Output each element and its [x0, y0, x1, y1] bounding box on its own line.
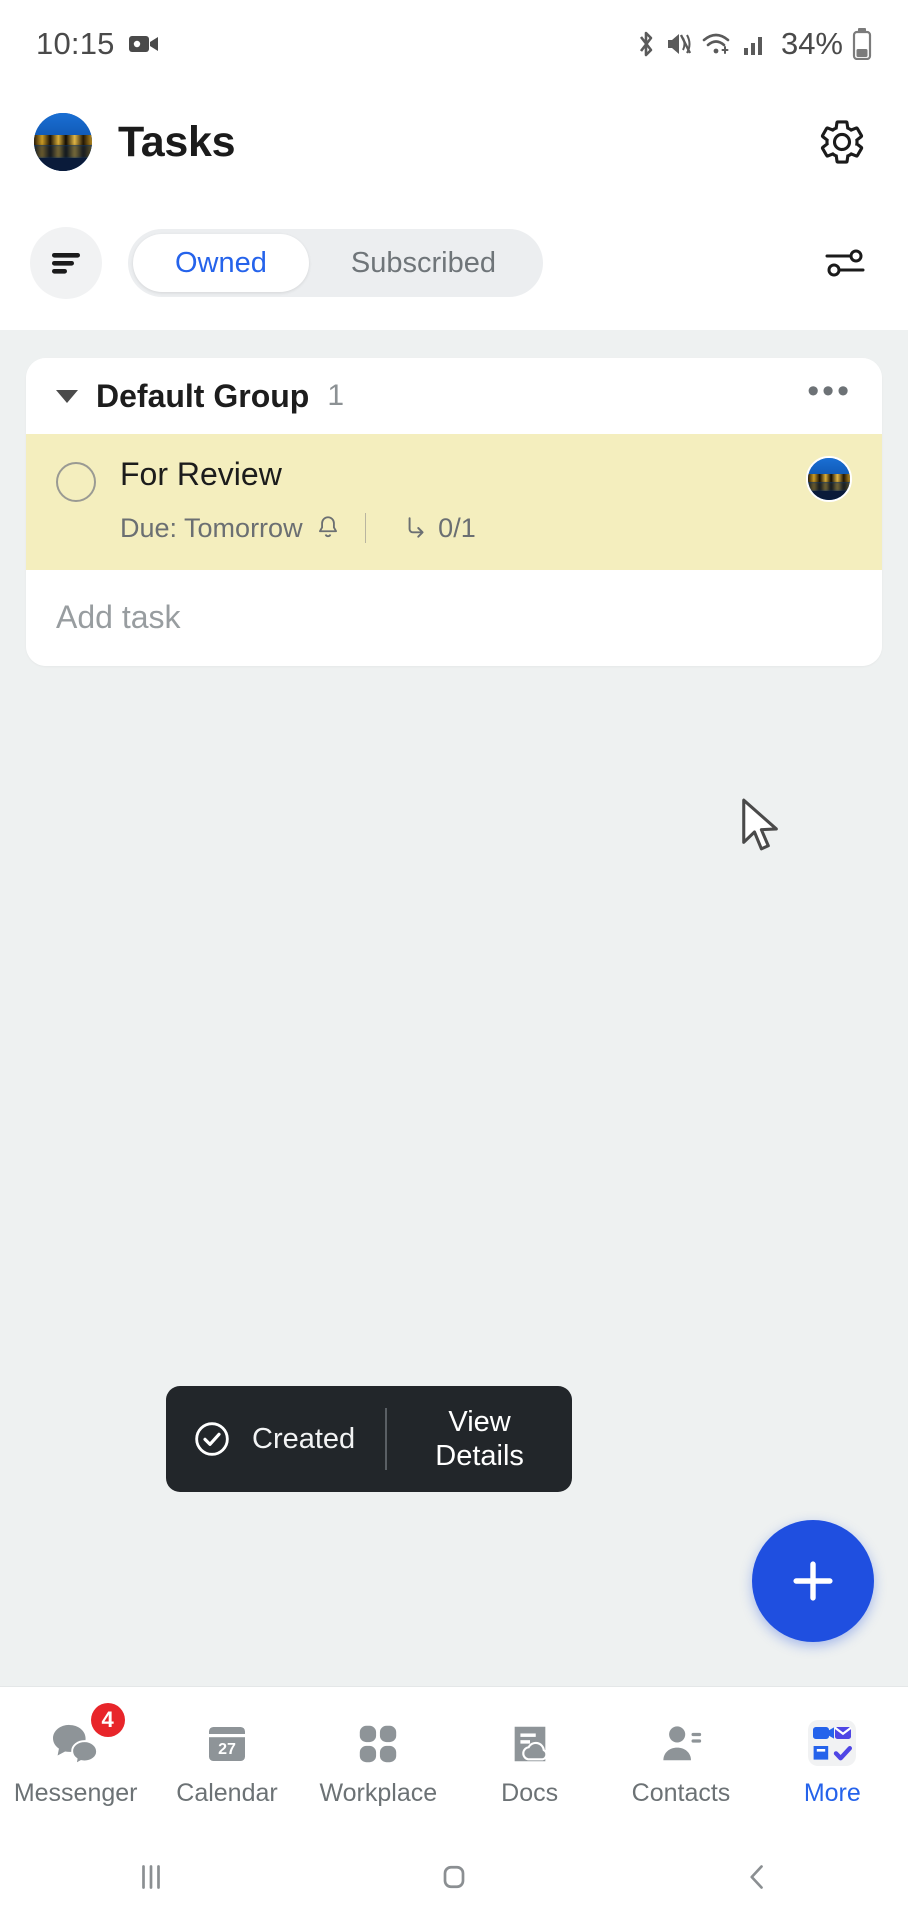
bell-icon	[315, 514, 341, 542]
android-navigation-bar	[0, 1834, 908, 1920]
nav-item-docs[interactable]: Docs	[454, 1713, 605, 1808]
recents-icon	[133, 1859, 169, 1895]
header-avatar[interactable]	[34, 113, 92, 171]
workplace-grid-icon	[354, 1721, 402, 1767]
more-options-icon[interactable]: •••	[807, 374, 852, 418]
calendar-icon: 27	[203, 1719, 251, 1767]
task-meta: Due: Tomorrow 0/1	[120, 513, 806, 544]
tab-subscribed[interactable]: Subscribed	[309, 234, 538, 292]
group-count: 1	[327, 379, 345, 412]
svg-text:27: 27	[218, 1741, 236, 1758]
list-sort-icon	[49, 248, 83, 278]
status-bar: 10:15 34%	[0, 0, 908, 88]
contacts-icon-wrap	[657, 1713, 705, 1767]
add-task-fab[interactable]	[752, 1520, 874, 1642]
subtask-icon	[402, 515, 428, 541]
tab-owned[interactable]: Owned	[133, 234, 309, 292]
avatar-reflection	[808, 481, 850, 491]
calendar-icon-wrap: 27	[203, 1713, 251, 1767]
toast-message-group: Created	[192, 1419, 355, 1459]
nav-label-calendar: Calendar	[176, 1779, 278, 1807]
settings-button[interactable]	[810, 110, 874, 174]
phone-screen: 10:15 34% Tasks Owned Subscribed Default…	[0, 0, 908, 1920]
task-checkbox[interactable]	[56, 462, 96, 502]
back-button[interactable]	[605, 1859, 908, 1895]
wifi-icon	[701, 31, 733, 57]
messenger-badge: 4	[90, 1703, 125, 1737]
cellular-signal-icon	[742, 31, 768, 57]
task-due-date: Due: Tomorrow	[120, 512, 303, 543]
owned-subscribed-segment: Owned Subscribed	[128, 229, 543, 297]
avatar-water	[34, 158, 92, 171]
toast-divider	[385, 1408, 388, 1470]
group-card: Default Group 1 ••• For Review Due: Tomo…	[26, 358, 882, 666]
nav-label-more: More	[803, 1779, 861, 1807]
gear-icon	[817, 117, 867, 167]
group-name: Default Group	[96, 377, 310, 414]
nav-item-calendar[interactable]: 27 Calendar	[151, 1713, 302, 1808]
bluetooth-icon	[635, 29, 657, 59]
app-header: Tasks	[0, 88, 908, 196]
task-assignee-avatar[interactable]	[806, 456, 852, 502]
avatar-water	[808, 490, 850, 500]
filter-button[interactable]	[812, 230, 878, 296]
task-row[interactable]: For Review Due: Tomorrow 0/1	[26, 434, 882, 570]
battery-icon	[852, 28, 872, 60]
toast-snackbar: Created View Details	[166, 1386, 572, 1492]
nav-item-contacts[interactable]: Contacts	[605, 1713, 756, 1808]
task-content: For Review Due: Tomorrow 0/1	[120, 456, 806, 544]
more-icon-wrap	[806, 1713, 858, 1767]
plus-icon	[786, 1554, 840, 1608]
back-chevron-icon	[739, 1859, 775, 1895]
view-details-line1: View	[448, 1405, 511, 1438]
avatar-reflection	[34, 145, 92, 159]
nav-label-workplace: Workplace	[319, 1779, 438, 1807]
nav-label-contacts: Contacts	[631, 1779, 731, 1807]
workplace-icon-wrap	[354, 1713, 402, 1767]
nav-item-workplace[interactable]: Workplace	[303, 1713, 454, 1808]
nav-label-messenger: Messenger	[13, 1779, 138, 1807]
view-details-button[interactable]: View Details	[413, 1405, 546, 1473]
caret-down-icon[interactable]	[56, 389, 78, 403]
home-button[interactable]	[303, 1859, 606, 1895]
nav-item-messenger[interactable]: 4 Messenger	[0, 1703, 151, 1808]
bottom-navigation: 4 Messenger 27 Calendar Workplace Docs C…	[0, 1686, 908, 1834]
docs-icon-wrap	[506, 1713, 554, 1767]
add-task-row[interactable]: Add task	[26, 569, 882, 666]
meta-divider	[364, 513, 367, 544]
docs-cloud-icon	[506, 1721, 554, 1767]
add-task-label: Add task	[56, 599, 181, 636]
avatar-skyline	[34, 135, 92, 146]
toast-message: Created	[252, 1422, 356, 1455]
group-header[interactable]: Default Group 1 •••	[26, 358, 882, 434]
camera-icon	[128, 33, 159, 55]
status-bar-left: 10:15	[36, 26, 159, 62]
more-apps-icon	[806, 1719, 858, 1767]
filter-sliders-icon	[823, 245, 867, 281]
nav-label-docs: Docs	[501, 1779, 559, 1807]
battery-percent: 34%	[780, 26, 843, 61]
status-bar-right: 34%	[635, 26, 872, 62]
task-subtask-count: 0/1	[438, 512, 476, 543]
view-details-line2: Details	[435, 1440, 524, 1472]
tab-bar: Owned Subscribed	[0, 196, 908, 330]
messenger-icon-wrap: 4	[49, 1703, 125, 1767]
page-title: Tasks	[118, 117, 236, 166]
status-time: 10:15	[36, 26, 115, 61]
task-list-content: Default Group 1 ••• For Review Due: Tomo…	[0, 330, 908, 1920]
recents-button[interactable]	[0, 1859, 303, 1895]
avatar-skyline	[808, 473, 850, 482]
task-title: For Review	[120, 456, 282, 492]
tab-subscribed-label: Subscribed	[350, 246, 496, 279]
check-circle-icon	[192, 1419, 232, 1459]
home-icon	[436, 1859, 472, 1895]
sort-list-button[interactable]	[30, 227, 102, 299]
tab-owned-label: Owned	[175, 246, 267, 279]
nav-item-more[interactable]: More	[757, 1713, 908, 1808]
mute-icon	[666, 30, 692, 58]
contacts-person-icon	[657, 1721, 705, 1767]
